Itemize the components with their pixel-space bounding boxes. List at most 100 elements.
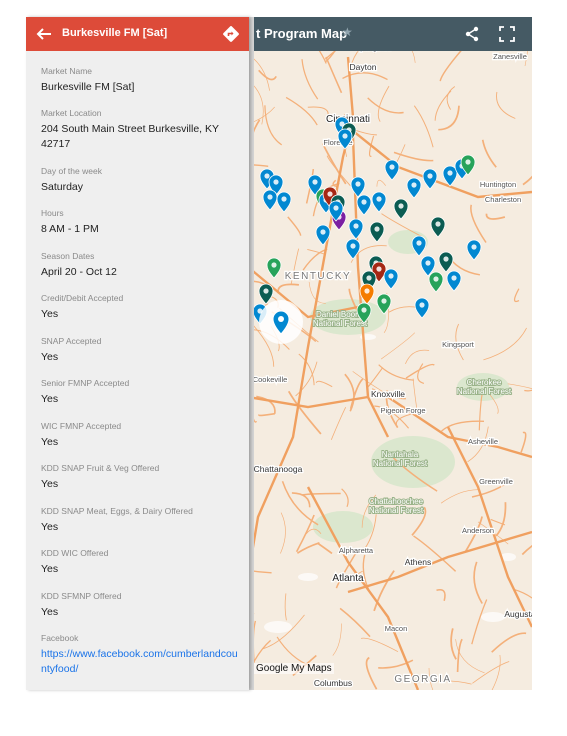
- place-label: Columbus: [314, 678, 352, 688]
- field-kdd-snap-fruit-veg: KDD SNAP Fruit & Veg Offered Yes: [41, 463, 241, 492]
- map-pin-icon[interactable]: [414, 297, 430, 319]
- map-pin-icon[interactable]: [383, 268, 399, 290]
- road: [280, 512, 286, 554]
- lake: [298, 573, 318, 581]
- map-pin-icon[interactable]: [430, 216, 446, 238]
- place-label: Dayton: [350, 62, 377, 72]
- place-label: Huntington: [480, 180, 516, 189]
- map-pin-icon[interactable]: [446, 270, 462, 292]
- map-pin-icon[interactable]: [428, 271, 444, 293]
- road: [405, 349, 430, 365]
- road: [436, 589, 446, 601]
- place-label: Anderson: [462, 526, 494, 535]
- place-label: Charleston: [485, 195, 521, 204]
- map-pin-icon[interactable]: [348, 218, 364, 240]
- field-label: Market Name: [41, 66, 93, 76]
- panel-details[interactable]: Market Name Burkesville FM [Sat] Market …: [26, 51, 249, 690]
- road: [495, 502, 507, 537]
- map-pin-icon[interactable]: [258, 283, 274, 305]
- field-value: Saturday: [41, 181, 84, 193]
- map-pin-icon[interactable]: [262, 189, 278, 211]
- field-season-dates: Season Dates April 20 - Oct 12: [41, 251, 241, 280]
- map-attribution: Google My Maps: [254, 663, 334, 674]
- road: [483, 327, 527, 361]
- map-pin-icon[interactable]: [438, 251, 454, 273]
- share-icon[interactable]: [464, 26, 480, 42]
- road: [470, 204, 487, 243]
- field-value: April 20 - Oct 12: [41, 266, 117, 278]
- road: [276, 636, 311, 667]
- road: [472, 661, 510, 684]
- map-pin-icon[interactable]: [422, 168, 438, 190]
- field-value: Yes: [41, 606, 59, 618]
- road: [446, 86, 456, 110]
- place-label: Asheville: [468, 437, 498, 446]
- map-pin-icon[interactable]: [356, 194, 372, 216]
- road: [264, 105, 283, 146]
- field-label: Credit/Debit Accepted: [41, 293, 124, 303]
- road: [496, 91, 516, 119]
- map-pin-icon[interactable]: [406, 177, 422, 199]
- place-label: National Forest: [457, 387, 512, 396]
- field-label: KDD SFMNP Offered: [41, 591, 122, 601]
- map-pin-icon[interactable]: [384, 159, 400, 181]
- road: [388, 306, 420, 313]
- field-senior-fmnp: Senior FMNP Accepted Yes: [41, 378, 241, 407]
- map-pin-icon[interactable]: [393, 198, 409, 220]
- place-label: Cookeville: [253, 375, 288, 384]
- field-label: WIC FMNP Accepted: [41, 421, 122, 431]
- place-label: Athens: [405, 557, 431, 567]
- highway: [347, 530, 532, 594]
- road: [491, 654, 501, 690]
- road: [473, 561, 483, 604]
- map-image[interactable]: SpringfieldZanesvilleDaytonCincinnatiFlo…: [248, 17, 532, 690]
- fullscreen-icon[interactable]: [499, 26, 515, 42]
- field-kdd-sfmnp: KDD SFMNP Offered Yes: [41, 591, 241, 620]
- road: [344, 373, 355, 412]
- field-credit-debit: Credit/Debit Accepted Yes: [41, 293, 241, 322]
- facebook-link[interactable]: https://www.facebook.com/cumberlandcount…: [41, 648, 238, 675]
- road: [277, 283, 300, 294]
- road: [378, 364, 414, 381]
- market-info-panel: Burkesville FM [Sat] Market Name Burkesv…: [26, 17, 249, 690]
- map-pin-icon[interactable]: [371, 191, 387, 213]
- road: [438, 105, 460, 131]
- map-pin-icon[interactable]: [466, 239, 482, 261]
- lake: [264, 621, 292, 633]
- star-icon[interactable]: ★: [342, 25, 353, 39]
- field-market-name: Market Name Burkesville FM [Sat]: [41, 66, 241, 95]
- field-value: Yes: [41, 351, 59, 363]
- lake: [481, 612, 505, 622]
- field-kdd-snap-meat-eggs-dairy: KDD SNAP Meat, Eggs, & Dairy Offered Yes: [41, 506, 241, 535]
- field-value: Yes: [41, 436, 59, 448]
- road: [284, 593, 287, 621]
- map-pin-icon[interactable]: [276, 191, 292, 213]
- road: [285, 96, 318, 126]
- map-canvas[interactable]: SpringfieldZanesvilleDaytonCincinnatiFlo…: [248, 17, 532, 690]
- road: [315, 380, 333, 388]
- place-label: Chattahoochee: [369, 497, 424, 506]
- field-label: KDD SNAP Meat, Eggs, & Dairy Offered: [41, 506, 193, 516]
- selected-map-pin-icon[interactable]: [259, 300, 303, 344]
- road: [405, 363, 435, 379]
- map-pin-icon[interactable]: [266, 257, 282, 279]
- field-market-location: Market Location 204 South Main Street Bu…: [41, 108, 241, 152]
- panel-scrollbar[interactable]: [249, 17, 254, 690]
- panel-title: Burkesville FM [Sat]: [62, 27, 168, 39]
- road: [332, 623, 342, 656]
- map-pin-icon[interactable]: [442, 165, 458, 187]
- road: [522, 175, 532, 186]
- back-arrow-icon[interactable]: [36, 26, 52, 42]
- road: [349, 378, 364, 409]
- map-pin-icon[interactable]: [350, 176, 366, 198]
- field-value: Yes: [41, 563, 59, 575]
- place-label: Alpharetta: [339, 546, 374, 555]
- road: [302, 492, 341, 496]
- road: [491, 632, 527, 653]
- place-label: KENTUCKY: [285, 271, 351, 282]
- map-pin-icon[interactable]: [369, 221, 385, 243]
- place-label: National Forest: [369, 506, 424, 515]
- directions-icon[interactable]: [222, 25, 240, 43]
- road: [524, 389, 532, 392]
- place-label: Kingsport: [442, 340, 475, 349]
